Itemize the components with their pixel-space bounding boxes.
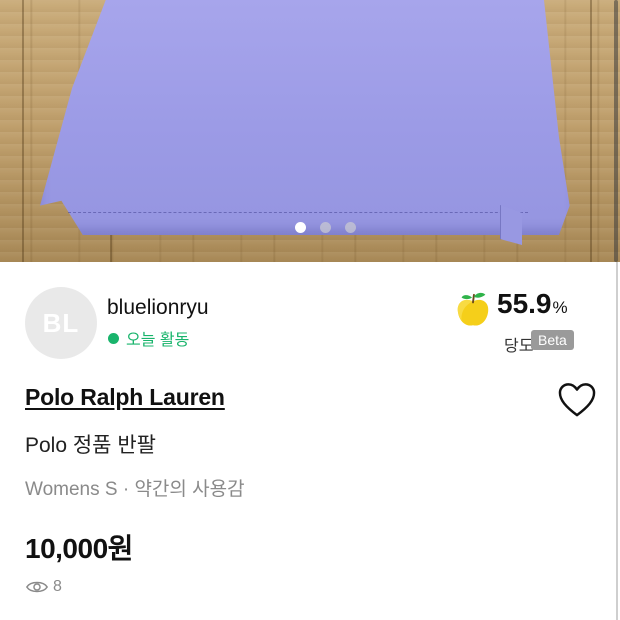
avatar[interactable]: BL: [25, 287, 97, 359]
avatar-initials: BL: [42, 307, 80, 338]
brand-link[interactable]: Polo Ralph Lauren: [25, 384, 225, 411]
image-pagination: [0, 222, 620, 233]
scrollbar[interactable]: [614, 0, 618, 262]
sweetness-label: 당도: [504, 338, 534, 355]
seller-username[interactable]: bluelionryu: [107, 296, 209, 320]
sweetness-score[interactable]: 55.9% 당도 Beta: [454, 288, 594, 358]
product-title: Polo 정품 반팔: [25, 434, 156, 457]
scroll-track: [616, 262, 618, 620]
online-dot-icon: [108, 332, 119, 344]
view-count-value: 8: [53, 578, 62, 595]
eye-icon: [25, 581, 49, 593]
beta-badge: Beta: [531, 330, 574, 350]
product-meta: Womens S · 약간의 사용감: [25, 479, 245, 500]
pagination-dot-active[interactable]: [294, 222, 306, 233]
sweetness-number: 55.9: [497, 288, 552, 319]
heart-outline-icon[interactable]: [558, 382, 596, 418]
sweetness-unit: %: [552, 298, 568, 317]
shirt-hem-stitching: [68, 212, 528, 213]
product-image[interactable]: [0, 0, 620, 262]
activity-status-text: 오늘 활동: [126, 332, 190, 349]
pagination-dot[interactable]: [319, 222, 331, 233]
view-count: 8: [25, 578, 62, 596]
apple-icon: [457, 292, 489, 326]
product-price: 10,000원: [25, 533, 133, 564]
sweetness-value: 55.9%: [497, 288, 568, 320]
pagination-dot[interactable]: [344, 222, 356, 233]
shirt-photo: [40, 0, 570, 235]
activity-status: 오늘 활동: [108, 326, 189, 350]
